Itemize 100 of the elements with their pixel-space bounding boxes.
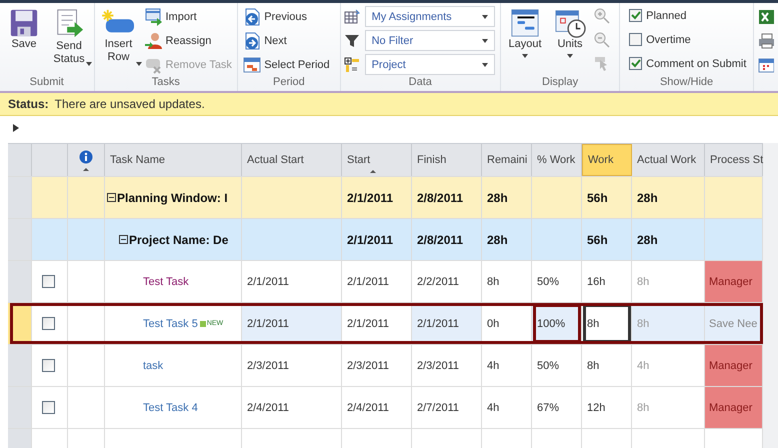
group-title: Planning Window: I bbox=[117, 190, 228, 204]
group-label: Display bbox=[541, 75, 580, 90]
table-cell: 8h bbox=[637, 402, 650, 414]
dropdown[interactable]: Project bbox=[364, 54, 495, 75]
task-link[interactable]: Test Task bbox=[143, 276, 189, 288]
table-arrow-icon bbox=[144, 8, 162, 26]
expand-arrow-icon[interactable] bbox=[12, 123, 20, 133]
column-header[interactable]: Actual Start bbox=[242, 144, 342, 176]
group-label: Submit bbox=[28, 75, 65, 90]
column-header[interactable]: Finish bbox=[412, 144, 482, 176]
checkmark-icon bbox=[630, 58, 642, 69]
table-cell: 2/4/2011 bbox=[347, 402, 390, 414]
checkbox[interactable]: Comment on Submit bbox=[629, 54, 746, 73]
collapse-icon[interactable] bbox=[119, 235, 128, 244]
table-cell: 0h bbox=[487, 318, 500, 330]
table-cell: 2/8/2011 bbox=[417, 232, 464, 246]
spreadsheet-icon[interactable] bbox=[758, 9, 774, 25]
table-cell: 16h bbox=[587, 276, 606, 288]
ribbon-button[interactable]: Previous bbox=[241, 6, 332, 27]
status-label: Status: bbox=[8, 97, 49, 111]
table-icon bbox=[344, 8, 360, 24]
table-cell: 56h bbox=[587, 232, 608, 246]
table-cell: 2/1/2011 bbox=[247, 276, 290, 288]
column-header[interactable]: Work bbox=[582, 144, 632, 176]
table-cell: 4h bbox=[487, 402, 500, 414]
table-cell: 4h bbox=[637, 360, 650, 372]
table-cell: 8h bbox=[637, 318, 650, 330]
row-checkbox[interactable] bbox=[42, 359, 55, 372]
grouping-icon bbox=[344, 56, 360, 72]
page-forward-arrow-icon bbox=[243, 32, 262, 50]
table-cell: 2/1/2011 bbox=[247, 318, 290, 330]
group-label: Data bbox=[408, 75, 433, 90]
table-cell: 12h bbox=[587, 402, 606, 414]
group-label: Show/Hide bbox=[658, 75, 714, 90]
calendar-icon bbox=[243, 56, 262, 74]
status-cell: Manager bbox=[709, 360, 752, 372]
table-cell: 2/4/2011 bbox=[247, 402, 290, 414]
person-icon bbox=[144, 32, 162, 50]
table-cell: 28h bbox=[637, 232, 658, 246]
page-back-arrow-icon bbox=[243, 8, 262, 26]
status-cell: Manager bbox=[709, 402, 752, 414]
table-cell: 2/3/2011 bbox=[417, 360, 460, 372]
dropdown[interactable]: My Assignments bbox=[364, 6, 495, 27]
printer-icon[interactable] bbox=[758, 33, 774, 49]
collapse-icon[interactable] bbox=[107, 193, 116, 202]
dropdown[interactable]: No Filter bbox=[364, 30, 495, 51]
ribbon-button[interactable]: Insert Row bbox=[98, 6, 140, 75]
table-cell: 50% bbox=[537, 276, 560, 288]
group-label: Tasks bbox=[150, 75, 181, 90]
task-link[interactable]: task bbox=[143, 360, 164, 372]
ribbon-button[interactable]: Import bbox=[142, 6, 234, 27]
table-cell: 4h bbox=[487, 360, 500, 372]
table-cell: 2/3/2011 bbox=[347, 360, 390, 372]
table-cell: 2/1/2011 bbox=[347, 232, 394, 246]
checkmark-icon bbox=[630, 10, 642, 21]
calendar-clock-icon bbox=[554, 8, 586, 38]
table-cell: 2/1/2011 bbox=[347, 190, 394, 204]
checkbox[interactable]: Planned bbox=[629, 6, 746, 25]
table-cell: 2/1/2011 bbox=[347, 276, 390, 288]
filter-icon bbox=[344, 32, 360, 48]
calendar-icon[interactable] bbox=[758, 57, 774, 73]
task-link[interactable]: Test Task 4 bbox=[143, 402, 198, 414]
table-cell: 28h bbox=[637, 190, 658, 204]
table-cell: 8h bbox=[637, 276, 650, 288]
table-cell: 2/1/2011 bbox=[417, 318, 460, 330]
ribbon-button[interactable]: Units bbox=[549, 6, 592, 75]
table-cell: 28h bbox=[487, 232, 508, 246]
status-message: There are unsaved updates. bbox=[54, 97, 205, 111]
task-link[interactable]: Test Task 5 bbox=[143, 318, 198, 330]
group-title: Project Name: De bbox=[129, 232, 228, 246]
ribbon-button[interactable]: Layout bbox=[504, 6, 546, 75]
ribbon-button[interactable]: Select Period bbox=[241, 54, 332, 75]
table-cell: 56h bbox=[587, 190, 608, 204]
table-cell: 2/3/2011 bbox=[247, 360, 290, 372]
table-cell: 8h bbox=[587, 318, 600, 330]
gantt-layout-icon bbox=[510, 8, 540, 38]
table-cell: 2/7/2011 bbox=[417, 402, 460, 414]
row-checkbox[interactable] bbox=[42, 401, 55, 414]
table-cell: 8h bbox=[487, 276, 500, 288]
checkbox[interactable]: Overtime bbox=[629, 30, 746, 49]
table-cell: 2/2/2011 bbox=[417, 276, 460, 288]
column-header[interactable]: Start bbox=[342, 144, 412, 176]
ribbon-button[interactable]: Next bbox=[241, 30, 332, 51]
ribbon-button[interactable]: Save bbox=[3, 6, 45, 75]
table-cell: 28h bbox=[487, 190, 508, 204]
table-cell: 100% bbox=[537, 318, 566, 330]
info-icon[interactable] bbox=[79, 150, 93, 164]
table-cell: 50% bbox=[537, 360, 560, 372]
status-cell: Save Nee bbox=[709, 318, 758, 330]
column-header[interactable]: Task Name bbox=[105, 144, 242, 176]
ribbon-button[interactable]: Send Status bbox=[48, 6, 90, 75]
row-checkbox[interactable] bbox=[42, 317, 55, 330]
table-cell: 2/1/2011 bbox=[347, 318, 390, 330]
status-cell: Manager bbox=[709, 276, 752, 288]
column-header[interactable]: Actual Work bbox=[632, 144, 705, 176]
row-checkbox[interactable] bbox=[42, 275, 55, 288]
ribbon-button[interactable]: Reassign bbox=[142, 30, 234, 51]
table-cell: 67% bbox=[537, 402, 560, 414]
column-header[interactable]: Remaini bbox=[482, 144, 532, 176]
table-cell: 2/8/2011 bbox=[417, 190, 464, 204]
